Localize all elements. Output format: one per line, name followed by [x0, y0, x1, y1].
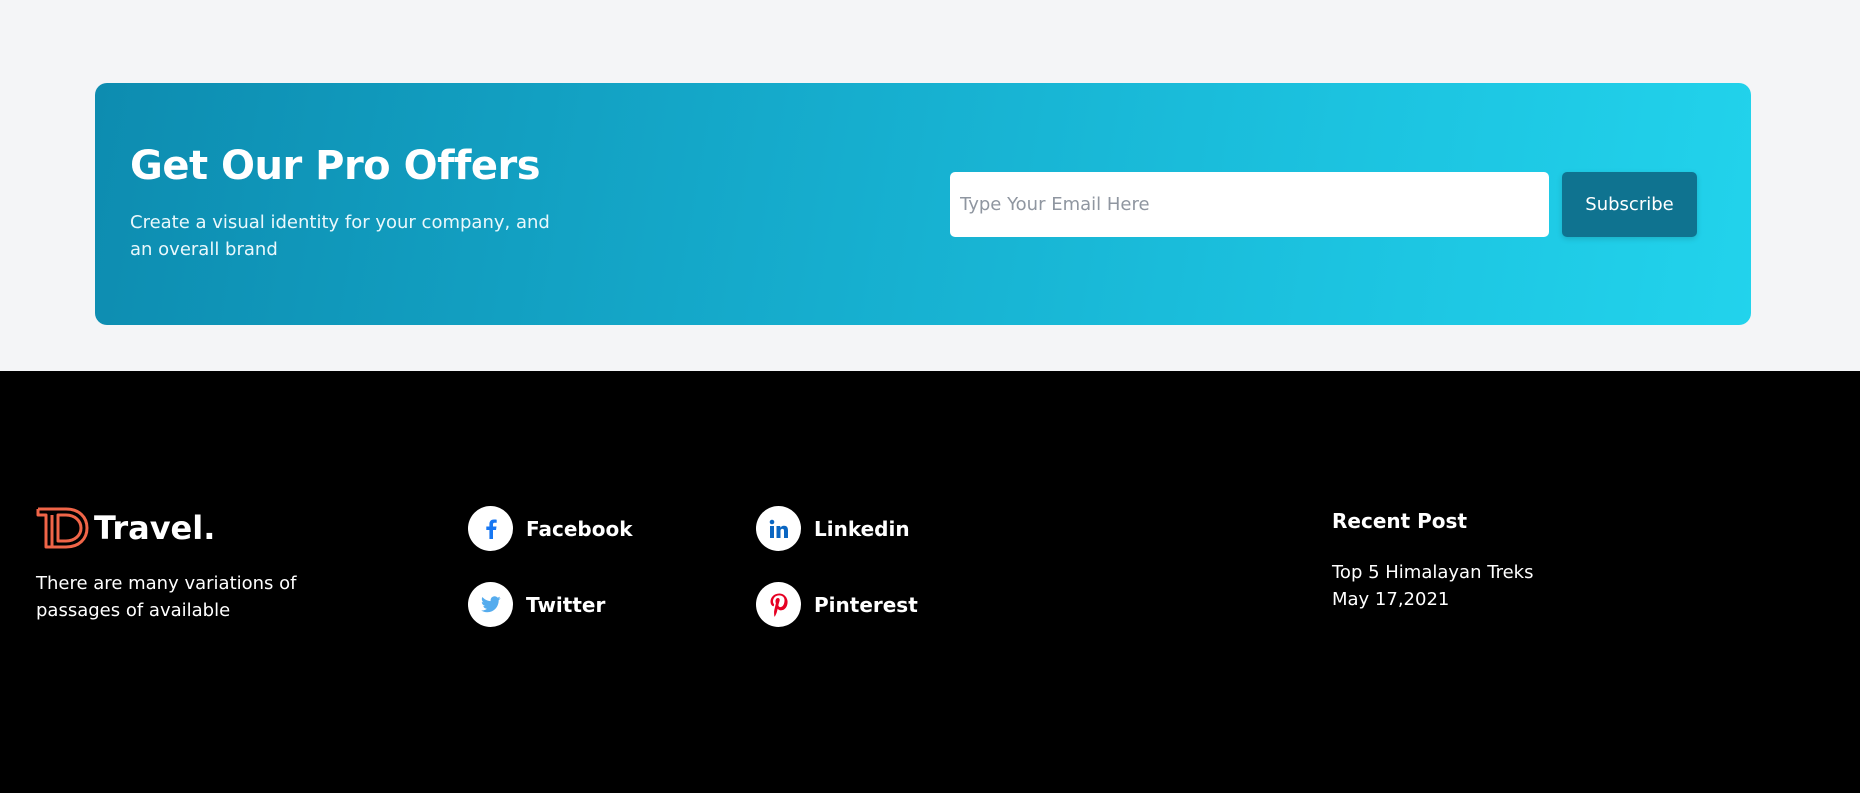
offer-title: Get Our Pro Offers [130, 143, 541, 189]
facebook-icon [468, 506, 513, 551]
brand-name: Travel. [94, 509, 216, 547]
brand[interactable]: Travel. [36, 506, 215, 550]
facebook-link[interactable]: Facebook [468, 506, 633, 551]
linkedin-icon [756, 506, 801, 551]
linkedin-label: Linkedin [814, 516, 910, 541]
subscribe-button[interactable]: Subscribe [1562, 172, 1697, 237]
footer: Travel. There are many variations of pas… [0, 371, 1860, 793]
pinterest-label: Pinterest [814, 592, 918, 617]
recent-post-heading: Recent Post [1332, 509, 1468, 533]
brand-logo-icon [36, 507, 89, 549]
linkedin-link[interactable]: Linkedin [756, 506, 910, 551]
offer-banner: Get Our Pro Offers Create a visual ident… [95, 83, 1751, 325]
recent-post-link[interactable]: Top 5 Himalayan Treks [1332, 562, 1533, 583]
twitter-icon [468, 582, 513, 627]
brand-description: There are many variations of passages of… [36, 573, 297, 621]
twitter-link[interactable]: Twitter [468, 582, 605, 627]
newsletter-section: Get Our Pro Offers Create a visual ident… [0, 0, 1860, 371]
facebook-label: Facebook [526, 516, 633, 541]
email-input[interactable] [950, 172, 1549, 237]
twitter-label: Twitter [526, 592, 606, 617]
recent-post-date: May 17,2021 [1332, 589, 1450, 610]
pinterest-icon [756, 582, 801, 627]
offer-subtitle: Create a visual identity for your compan… [130, 212, 550, 260]
pinterest-link[interactable]: Pinterest [756, 582, 918, 627]
